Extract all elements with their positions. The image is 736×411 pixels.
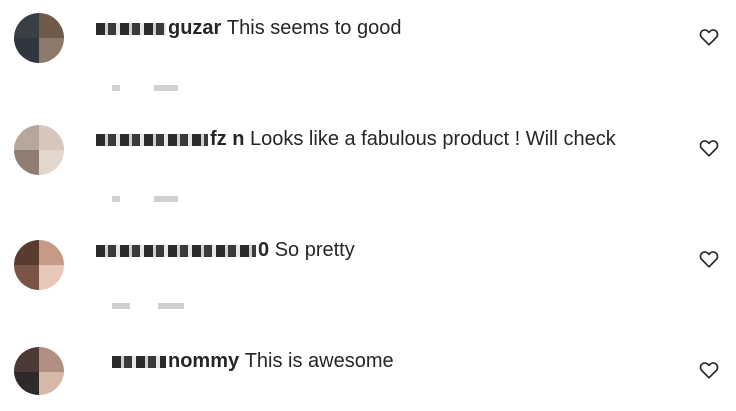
comment-item: fz n Looks like a fabulous product ! Wil… [0,111,736,222]
heart-icon[interactable] [698,26,720,48]
comment-meta [112,190,179,202]
comment-text: Looks like a fabulous product ! Will che… [250,128,616,150]
comment-line: 0 So pretty [96,238,355,262]
comment-line: fz n Looks like a fabulous product ! Wil… [96,127,616,151]
comment-line: nommy This is awesome [112,349,394,373]
comment-item: guzar This seems to good [0,0,736,111]
heart-icon[interactable] [698,359,720,381]
comment-text: This is awesome [244,350,394,372]
heart-icon[interactable] [698,137,720,159]
comment-item: 0 So pretty [0,222,736,333]
avatar[interactable] [14,13,64,63]
username[interactable]: fz n [210,128,244,150]
avatar[interactable] [14,347,64,395]
avatar[interactable] [14,240,64,290]
comment-line: guzar This seems to good [96,16,401,40]
username[interactable]: 0 [258,239,269,261]
username[interactable]: guzar [168,17,221,39]
username-mask [96,244,256,257]
username-mask [96,133,208,146]
comment-text: So pretty [274,239,355,261]
avatar[interactable] [14,125,64,175]
username[interactable]: nommy [168,350,239,372]
username-mask [112,355,166,368]
username-mask [96,22,166,35]
heart-icon[interactable] [698,248,720,270]
comment-meta [112,297,185,309]
comment-text: This seems to good [226,17,402,39]
comment-item: nommy This is awesome [0,333,736,411]
comment-meta [112,79,179,91]
